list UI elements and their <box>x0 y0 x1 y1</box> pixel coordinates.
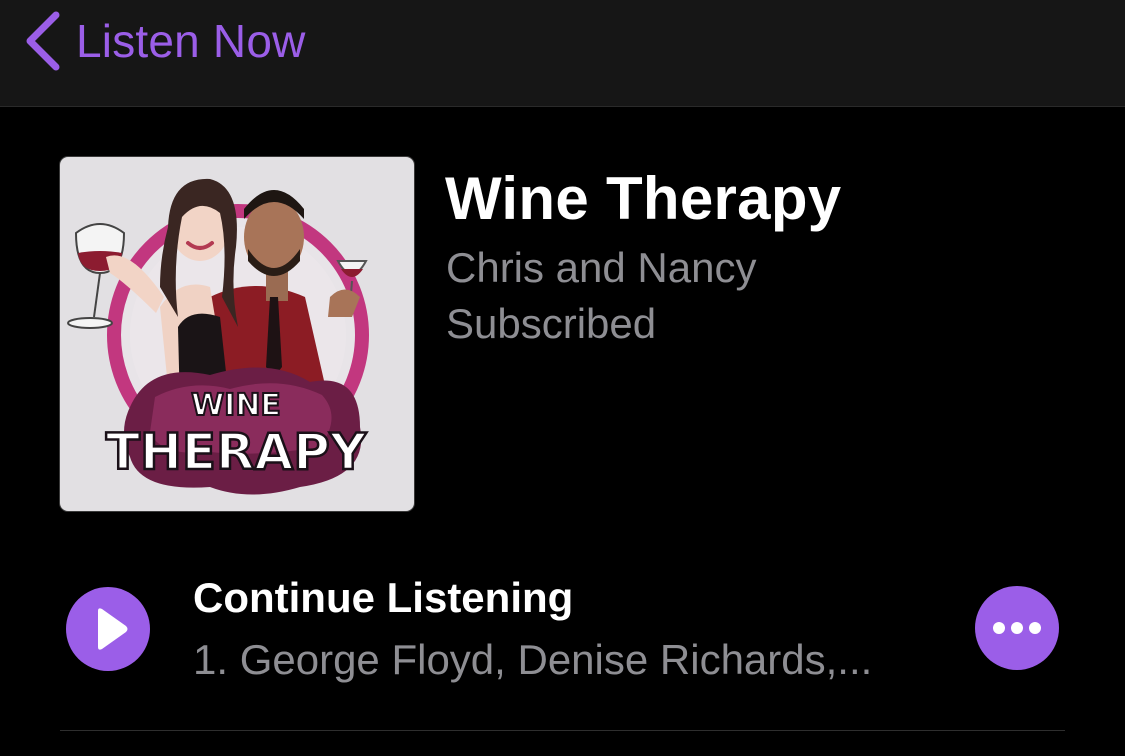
play-button[interactable] <box>66 587 150 671</box>
ellipsis-icon <box>993 622 1041 634</box>
podcast-show-screen: Listen Now WINE THERAPY Wine Therapy Chr… <box>0 0 1125 756</box>
subscription-status: Subscribed <box>446 300 657 347</box>
chevron-left-icon <box>26 11 60 71</box>
show-title: Wine Therapy <box>445 165 842 232</box>
play-icon <box>98 608 128 650</box>
navigation-bar: Listen Now <box>0 0 1125 107</box>
podcast-artwork: WINE THERAPY <box>60 157 414 511</box>
show-author[interactable]: Chris and Nancy <box>446 244 756 292</box>
artwork-word-therapy: THERAPY <box>106 423 367 481</box>
row-divider <box>60 730 1065 731</box>
continue-listening-title[interactable]: Continue Listening <box>193 574 573 622</box>
podcast-artwork-illustration: WINE THERAPY <box>67 178 369 495</box>
back-button-label: Listen Now <box>76 15 306 67</box>
artwork-word-wine: WINE <box>191 388 281 423</box>
episode-subtitle[interactable]: 1. George Floyd, Denise Richards,... <box>193 636 923 684</box>
more-options-button[interactable] <box>975 586 1059 670</box>
back-button[interactable]: Listen Now <box>22 6 306 76</box>
